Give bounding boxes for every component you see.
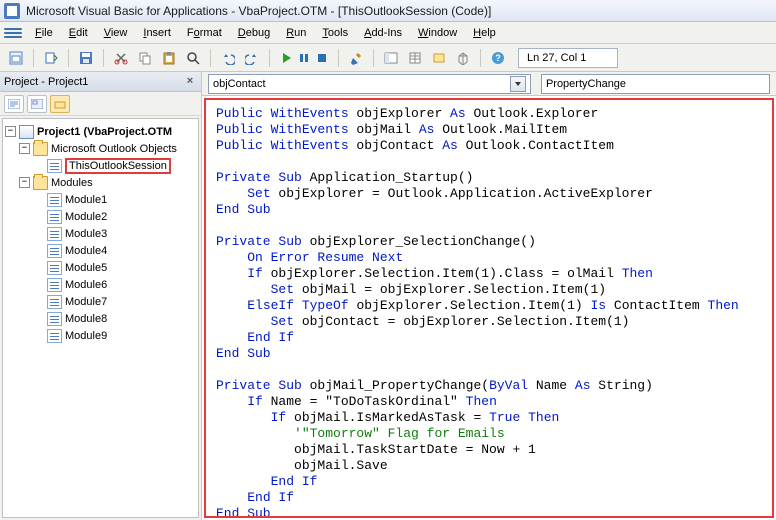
code-pane: objContact PropertyChange Public WithEve… [202, 72, 776, 520]
module-icon [47, 227, 62, 241]
run-icon[interactable] [277, 48, 295, 68]
toolbar: ? Ln 27, Col 1 [0, 44, 776, 72]
folder-modules[interactable]: Modules [51, 177, 93, 189]
module-icon [47, 329, 62, 343]
paste-icon[interactable] [159, 48, 179, 68]
menu-view[interactable]: View [97, 25, 135, 41]
system-menu-icon[interactable] [4, 25, 22, 41]
module-item[interactable]: Module4 [65, 245, 107, 257]
folder-icon [33, 142, 48, 156]
folder-outlook-objects[interactable]: Microsoft Outlook Objects [51, 143, 177, 155]
insert-module-icon[interactable] [41, 48, 61, 68]
reset-icon[interactable] [313, 48, 331, 68]
redo-icon[interactable] [242, 48, 262, 68]
menu-bar: File Edit View Insert Format Debug Run T… [0, 22, 776, 44]
module-item[interactable]: Module8 [65, 313, 107, 325]
toggle-folders-icon[interactable] [50, 95, 70, 113]
find-icon[interactable] [183, 48, 203, 68]
copy-icon[interactable] [135, 48, 155, 68]
module-item[interactable]: Module7 [65, 296, 107, 308]
title-bar: Microsoft Visual Basic for Applications … [0, 0, 776, 22]
svg-text:?: ? [495, 53, 501, 63]
module-icon [47, 159, 62, 173]
view-outlook-icon[interactable] [6, 48, 26, 68]
view-code-icon[interactable] [4, 95, 24, 113]
module-item[interactable]: Module9 [65, 330, 107, 342]
module-icon [47, 193, 62, 207]
menu-edit[interactable]: Edit [62, 25, 95, 41]
properties-icon[interactable] [405, 48, 425, 68]
project-explorer-panel: Project - Project1 × −Project1 (VbaProje… [0, 72, 202, 520]
help-icon[interactable]: ? [488, 48, 508, 68]
project-view-buttons [0, 92, 201, 116]
module-icon [47, 210, 62, 224]
module-icon [47, 278, 62, 292]
menu-help[interactable]: Help [466, 25, 503, 41]
design-mode-icon[interactable] [346, 48, 366, 68]
module-item[interactable]: Module2 [65, 211, 107, 223]
object-browser-icon[interactable] [429, 48, 449, 68]
module-item[interactable]: Module5 [65, 262, 107, 274]
object-dropdown[interactable]: objContact [208, 74, 531, 94]
project-root[interactable]: Project1 (VbaProject.OTM [37, 126, 172, 138]
cut-icon[interactable] [111, 48, 131, 68]
project-explorer-icon[interactable] [381, 48, 401, 68]
menu-debug[interactable]: Debug [231, 25, 277, 41]
folder-icon [33, 176, 48, 190]
save-icon[interactable] [76, 48, 96, 68]
undo-icon[interactable] [218, 48, 238, 68]
menu-addins[interactable]: Add-Ins [357, 25, 409, 41]
this-outlook-session[interactable]: ThisOutlookSession [65, 158, 171, 174]
menu-file[interactable]: File [28, 25, 60, 41]
cursor-position: Ln 27, Col 1 [518, 48, 618, 68]
menu-window[interactable]: Window [411, 25, 464, 41]
toolbox-icon[interactable] [453, 48, 473, 68]
module-icon [47, 261, 62, 275]
window-title: Microsoft Visual Basic for Applications … [26, 4, 491, 18]
project-tree[interactable]: −Project1 (VbaProject.OTM −Microsoft Out… [2, 118, 199, 518]
module-icon [47, 312, 62, 326]
procedure-dropdown-value: PropertyChange [546, 78, 626, 90]
object-dropdown-value: objContact [213, 78, 266, 90]
dropdown-arrow-icon[interactable] [510, 76, 526, 92]
procedure-dropdown[interactable]: PropertyChange [541, 74, 770, 94]
project-icon [19, 125, 34, 139]
module-item[interactable]: Module3 [65, 228, 107, 240]
module-icon [47, 244, 62, 258]
menu-insert[interactable]: Insert [136, 25, 178, 41]
view-object-icon[interactable] [27, 95, 47, 113]
close-panel-icon[interactable]: × [183, 75, 197, 89]
module-icon [47, 295, 62, 309]
menu-tools[interactable]: Tools [315, 25, 355, 41]
code-editor[interactable]: Public WithEvents objExplorer As Outlook… [204, 98, 774, 518]
menu-format[interactable]: Format [180, 25, 229, 41]
app-icon [4, 3, 20, 19]
break-icon[interactable] [295, 48, 313, 68]
code-navigation-bar: objContact PropertyChange [202, 72, 776, 96]
project-panel-title: Project - Project1 [4, 76, 88, 88]
module-item[interactable]: Module1 [65, 194, 107, 206]
module-item[interactable]: Module6 [65, 279, 107, 291]
project-panel-header: Project - Project1 × [0, 72, 201, 92]
menu-run[interactable]: Run [279, 25, 313, 41]
